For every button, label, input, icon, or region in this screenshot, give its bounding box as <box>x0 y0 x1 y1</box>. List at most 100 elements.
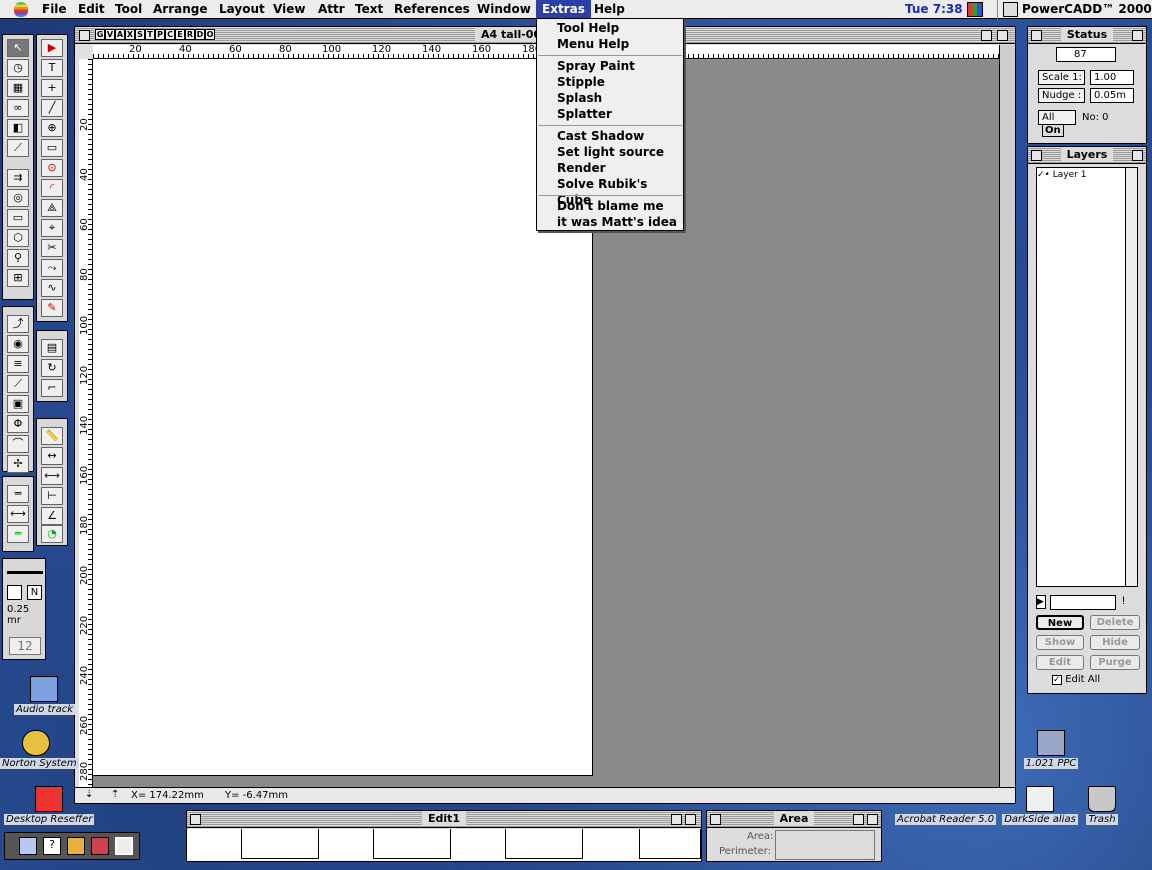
all-on-toggle[interactable]: All On <box>1038 110 1076 137</box>
menu-item-render[interactable]: Render <box>557 160 606 176</box>
menu-references[interactable]: References <box>388 0 476 19</box>
close-box-icon[interactable] <box>79 30 90 41</box>
rotate-tool-icon[interactable]: ↻ <box>41 359 63 377</box>
polygon-tool-icon[interactable]: ⟁ <box>41 199 63 217</box>
line-draw-tool-icon[interactable]: ╱ <box>41 99 63 117</box>
box-tool-icon[interactable]: ▭ <box>7 209 29 227</box>
spline-tool-icon[interactable]: ⤴ <box>7 315 29 333</box>
circle-tool-icon[interactable]: ⊙ <box>41 159 63 177</box>
menu-file[interactable]: File <box>36 0 73 19</box>
text-size-field[interactable]: 12 <box>9 637 41 655</box>
menubar-clock[interactable]: Tue 7:38 <box>905 0 963 19</box>
bezier-tool-icon[interactable]: ⤳ <box>41 259 63 277</box>
dimension-chain-tool-icon[interactable]: ⊢ <box>41 487 63 505</box>
close-box-icon[interactable] <box>1031 30 1042 41</box>
hide-layer-button[interactable]: Hide <box>1090 635 1140 650</box>
application-switcher-icon[interactable] <box>967 2 983 17</box>
layer-list[interactable]: ✓• Layer 1 <box>1036 167 1138 587</box>
layer-list-scrollbar[interactable] <box>1125 168 1137 586</box>
menu-arrange[interactable]: Arrange <box>147 0 214 19</box>
menu-item-splatter[interactable]: Splatter <box>557 106 612 122</box>
stairs-tool-icon[interactable]: ⌐ <box>41 379 63 397</box>
point-tool-icon[interactable]: + <box>41 79 63 97</box>
tab-x[interactable]: X <box>125 29 135 40</box>
fillet-tool-icon[interactable]: ⌒ <box>7 435 29 453</box>
lines-tool-icon[interactable]: ≡ <box>7 355 29 373</box>
pen-n-button[interactable]: N <box>27 585 42 600</box>
fill-swatch[interactable] <box>7 585 22 600</box>
circles-tool-icon[interactable]: ∞ <box>7 99 29 117</box>
menu-edit[interactable]: Edit <box>72 0 111 19</box>
tab-t[interactable]: T <box>145 29 155 40</box>
menu-window[interactable]: Window <box>471 0 537 19</box>
tab-c[interactable]: C <box>165 29 175 40</box>
edit-field[interactable] <box>639 829 701 859</box>
tab-s[interactable]: S <box>135 29 145 40</box>
ruler-tool-icon[interactable]: 📏 <box>41 427 63 445</box>
zoom-box-icon[interactable] <box>671 814 682 825</box>
text-tool-icon[interactable]: T <box>41 59 63 77</box>
menu-item-solve-rubiks-cube[interactable]: Solve Rubik's Cube <box>557 176 683 207</box>
desktop-icon-acrobat-reader[interactable]: Acrobat Reader 5.0 <box>895 814 997 825</box>
scale-input[interactable]: 1.00 <box>1090 70 1134 85</box>
edit-field[interactable] <box>373 829 451 859</box>
edit-field[interactable] <box>505 829 583 859</box>
menu-item-splash[interactable]: Splash <box>557 90 602 106</box>
collapse-box-icon[interactable] <box>1132 30 1143 41</box>
eye-tool-icon[interactable]: ◉ <box>7 335 29 353</box>
checkbox-icon[interactable]: ✓ <box>1052 675 1062 685</box>
desktop-icon-audio-track[interactable]: Audio track <box>14 676 76 715</box>
menu-item-spray-paint[interactable]: Spray Paint <box>557 58 635 74</box>
checkmark-icon[interactable]: ✓• <box>1037 170 1050 180</box>
purge-layer-button[interactable]: Purge <box>1090 655 1140 670</box>
rectangle-tool-icon[interactable]: ▭ <box>41 139 63 157</box>
menu-layout[interactable]: Layout <box>213 0 271 19</box>
tab-p[interactable]: P <box>155 29 165 40</box>
menu-item-tool-help[interactable]: Tool Help <box>557 20 619 36</box>
menu-text[interactable]: Text <box>349 0 389 19</box>
dimension-tool-icon[interactable]: ↔ <box>41 447 63 465</box>
application-name[interactable]: PowerCADD™ 2000 <box>1022 0 1152 19</box>
menu-item-cast-shadow[interactable]: Cast Shadow <box>557 128 644 144</box>
layer-row[interactable]: ✓• Layer 1 <box>1037 170 1086 180</box>
close-box-icon[interactable] <box>1031 150 1042 161</box>
tab-d[interactable]: D <box>195 29 205 40</box>
close-box-icon[interactable] <box>190 814 201 825</box>
collapse-box-icon[interactable] <box>997 30 1008 41</box>
tab-e[interactable]: E <box>175 29 185 40</box>
vertical-scrollbar[interactable] <box>999 45 1015 787</box>
ring-tool-icon[interactable]: ◎ <box>7 189 29 207</box>
eraser-icon[interactable] <box>91 837 109 855</box>
dimension-h-tool-icon[interactable]: ⟷ <box>41 467 63 485</box>
desktop-icon-darkside-alias[interactable]: DarkSide alias <box>1002 786 1078 825</box>
menu-tool[interactable]: Tool <box>109 0 148 19</box>
clock-tool-icon[interactable]: ◷ <box>7 59 29 77</box>
desktop-icon-norton-system[interactable]: Norton System <box>0 730 79 769</box>
edit-field[interactable] <box>241 829 319 859</box>
line-tool-icon[interactable]: ⟋ <box>7 139 29 157</box>
bolt-tool-icon[interactable]: ⚲ <box>7 249 29 267</box>
powercadd-icon[interactable] <box>115 837 133 855</box>
menu-extras[interactable]: Extras <box>536 0 591 19</box>
beam-tool-icon[interactable]: ⊞ <box>7 269 29 287</box>
layer-name-input[interactable] <box>1050 595 1116 610</box>
tab-o[interactable]: O <box>205 29 215 40</box>
delete-layer-button[interactable]: Delete <box>1090 615 1140 630</box>
edit-layer-button[interactable]: Edit <box>1036 655 1084 670</box>
menu-item-menu-help[interactable]: Menu Help <box>557 36 629 52</box>
wall-tool-icon[interactable]: ⇉ <box>7 169 29 187</box>
grid-tool-icon[interactable]: ▦ <box>7 79 29 97</box>
phi-tool-icon[interactable]: Φ <box>7 415 29 433</box>
area-titlebar[interactable]: Area <box>707 811 881 828</box>
green-spiral-tool-icon[interactable]: ◔ <box>41 525 63 543</box>
pointer-tool-icon[interactable]: ▶ <box>41 39 63 57</box>
hatch-tool-icon[interactable]: ▤ <box>41 339 63 357</box>
menu-help[interactable]: Help <box>588 0 631 19</box>
eyedropper-tool-icon[interactable]: ✎ <box>41 299 63 317</box>
tab-g[interactable]: G <box>95 29 105 40</box>
zoom-box-icon[interactable] <box>981 30 992 41</box>
desktop-icon-desktop-reseffer[interactable]: Desktop Reseffer <box>4 786 95 825</box>
cross-tool-icon[interactable]: ✢ <box>7 455 29 473</box>
menu-attr[interactable]: Attr <box>312 0 351 19</box>
desktop-icon-ppc[interactable]: 1.021 PPC <box>1016 730 1086 769</box>
